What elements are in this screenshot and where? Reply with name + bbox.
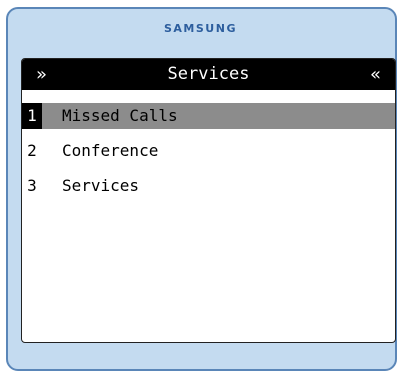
menu-list: 1 Missed Calls 2 Conference 3 Services — [22, 103, 395, 208]
brand-logo: SAMSUNG — [164, 22, 237, 35]
menu-item-label: Conference — [62, 141, 159, 160]
phone-screen: » Services « 1 Missed Calls 2 Conference… — [21, 58, 396, 343]
menu-item-services[interactable]: 3 Services — [22, 173, 395, 199]
menu-item-number: 2 — [27, 141, 37, 160]
menu-item-number: 1 — [22, 103, 42, 129]
menu-item-label: Missed Calls — [62, 106, 178, 125]
menu-item-number: 3 — [27, 176, 37, 195]
title-bar: » Services « — [22, 59, 395, 90]
menu-item-label: Services — [62, 176, 140, 195]
double-chevron-left-icon[interactable]: « — [370, 59, 381, 90]
menu-item-conference[interactable]: 2 Conference — [22, 138, 395, 164]
menu-item-missed-calls[interactable]: 1 Missed Calls — [22, 103, 395, 129]
screen-title: Services — [167, 64, 250, 84]
